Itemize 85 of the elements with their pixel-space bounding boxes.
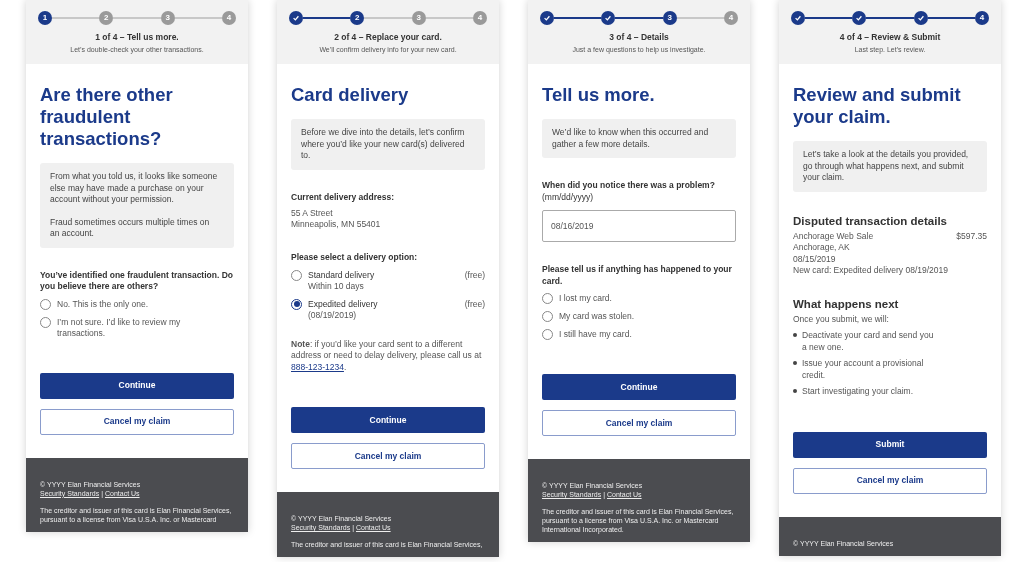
- step-connector: [615, 17, 663, 19]
- step-number: 4: [222, 11, 236, 25]
- list-item: Start investigating your claim.: [802, 386, 915, 398]
- step-connector: [866, 17, 914, 19]
- step-connector: [676, 17, 724, 19]
- step-connector: [554, 17, 602, 19]
- phone-link[interactable]: 888-123-1234: [291, 361, 344, 372]
- question-text: You’ve identified one fraudulent transaction. Do you believe there are others?: [40, 269, 234, 293]
- step-connector: [303, 17, 351, 19]
- bullet-icon: [793, 333, 797, 337]
- address-line: 55 A Street: [291, 208, 334, 219]
- option-detail: Within 10 days: [308, 280, 365, 292]
- question-text: Please select a delivery option:: [291, 252, 419, 264]
- cancel-button[interactable]: Cancel my claim: [291, 443, 485, 469]
- date-field[interactable]: 08/16/2019: [542, 210, 736, 242]
- cancel-button[interactable]: Cancel my claim: [40, 408, 234, 435]
- radio-button[interactable]: [291, 298, 302, 310]
- step-number: 3: [160, 11, 175, 25]
- info-text: From what you told us, it looks like someone else may have made a purchase on your account without your permission.: [50, 171, 218, 206]
- page-heading: Card delivery: [291, 84, 410, 106]
- step-title: 3 of 4 – Details: [609, 32, 669, 43]
- info-text: Fraud sometimes occurs multiple times on an account.: [50, 216, 211, 240]
- step-connector: [927, 17, 975, 19]
- radio-button[interactable]: [40, 316, 51, 328]
- list-intro: Once you submit, we will:: [793, 313, 890, 325]
- step-title: 1 of 4 – Tell us more.: [95, 32, 179, 43]
- note-text: Note: if you’d like your card sent to a different address or need to delay delivery, please call us at 888-123-1234.: [291, 338, 483, 373]
- bullet-icon: [793, 389, 797, 393]
- bullet-icon: [793, 361, 797, 365]
- step-number: 3: [662, 11, 677, 25]
- info-text: Let’s take a look at the details you provided, go through what happens next, and submit your claim.: [803, 149, 970, 184]
- option-label[interactable]: I lost my card.: [559, 293, 736, 304]
- option-label[interactable]: My card was stolen.: [559, 311, 736, 322]
- option-label[interactable]: Expedited delivery: [308, 298, 459, 310]
- cancel-button[interactable]: Cancel my claim: [542, 410, 736, 436]
- primary-button[interactable]: Continue: [291, 407, 485, 433]
- primary-button[interactable]: Continue: [40, 372, 234, 399]
- step-connector: [174, 17, 222, 19]
- step-number: 4: [473, 11, 487, 25]
- option-label[interactable]: I still have my card.: [559, 329, 736, 340]
- step-number: 4: [724, 11, 738, 25]
- radio-button[interactable]: [542, 293, 553, 304]
- primary-button[interactable]: Continue: [542, 374, 736, 400]
- radio-button[interactable]: [40, 298, 51, 310]
- cancel-button[interactable]: Cancel my claim: [793, 467, 987, 494]
- step-title: 2 of 4 – Replace your card.: [334, 32, 442, 43]
- list-item: Issue your account a provisional credit.: [802, 358, 925, 381]
- question-text: When did you notice there was a problem? (mm/dd/yyyy): [542, 180, 716, 203]
- question-text: Please tell us if anything has happened to your card.: [542, 264, 733, 287]
- info-text: We’d like to know when this occurred and gather a few more details.: [552, 127, 710, 150]
- price-text: (free): [464, 269, 485, 281]
- page-heading: Are there other fraudulent transactions?: [40, 84, 174, 150]
- step-number: 2: [99, 11, 114, 25]
- step-title: 4 of 4 – Review & Submit: [839, 32, 941, 43]
- step-connector: [364, 17, 412, 19]
- radio-button[interactable]: [542, 311, 553, 322]
- amount-text: $597.35: [956, 230, 987, 242]
- section-heading: What happens next: [793, 296, 900, 311]
- step-number: 1: [38, 11, 52, 25]
- detail-text: Anchorage, AK: [793, 242, 850, 254]
- detail-text: Anchorage Web Sale: [793, 230, 874, 242]
- radio-button[interactable]: [542, 329, 553, 340]
- option-label[interactable]: I’m not sure. I’d like to review my transactions.: [57, 316, 234, 339]
- radio-button[interactable]: [291, 269, 302, 281]
- step-connector: [805, 17, 853, 19]
- list-item: Deactivate your card and send you a new one.: [802, 330, 935, 353]
- step-connector: [52, 17, 100, 19]
- page-heading: Tell us more.: [542, 84, 656, 106]
- page-heading: Review and submit your claim.: [793, 84, 962, 128]
- address-line: Minneapolis, MN 55401: [291, 219, 382, 230]
- info-text: Before we dive into the details, let’s confirm where you’d like your new card(s) delivered to.: [301, 127, 466, 162]
- price-text: (free): [464, 298, 485, 310]
- option-label[interactable]: Standard delivery: [308, 269, 459, 281]
- section-heading: Disputed transaction details: [793, 213, 948, 228]
- option-detail: (08/19/2019): [308, 309, 358, 321]
- step-connector: [113, 17, 161, 19]
- option-label[interactable]: No. This is the only one.: [57, 298, 234, 310]
- detail-text: New card: Expedited delivery 08/19/2019: [793, 265, 948, 277]
- primary-button[interactable]: Submit: [793, 431, 987, 458]
- step-number: 3: [411, 11, 426, 25]
- detail-text: 08/15/2019: [793, 253, 836, 265]
- step-number: 4: [975, 11, 989, 25]
- step-number: 2: [350, 11, 365, 25]
- step-connector: [425, 17, 473, 19]
- address-label: Current delivery address:: [291, 191, 395, 203]
